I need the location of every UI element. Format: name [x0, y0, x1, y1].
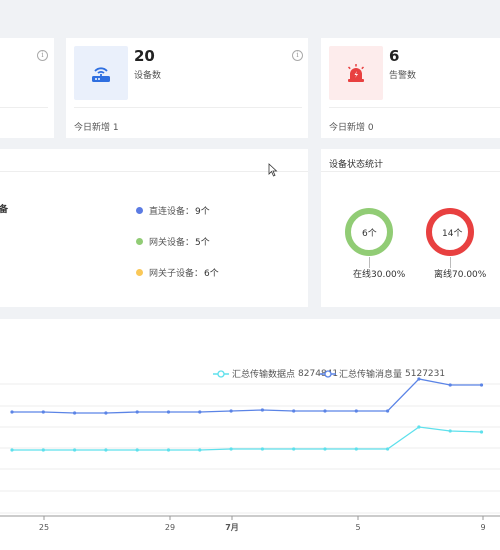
- data-point[interactable]: [41, 448, 45, 452]
- data-point[interactable]: [229, 409, 233, 413]
- data-point[interactable]: [260, 447, 264, 451]
- series-line: [12, 426, 482, 451]
- legend-count: 9个: [195, 207, 210, 217]
- panel-divider: [321, 171, 500, 172]
- data-point[interactable]: [354, 409, 358, 413]
- device-new-today: 今日新增 1: [74, 123, 119, 133]
- stat-card-partial: i: [0, 38, 54, 138]
- data-point[interactable]: [104, 411, 108, 415]
- panel-divider: [0, 171, 308, 172]
- device-type-panel: 备 直连设备： 9个 网关设备： 5个 网关子设备： 6个: [0, 149, 308, 307]
- data-point[interactable]: [104, 448, 108, 452]
- legend-count: 6个: [204, 269, 219, 279]
- line-chart[interactable]: 25 29 7月 5 9: [0, 319, 500, 550]
- cursor-icon: [268, 163, 278, 177]
- data-point[interactable]: [198, 448, 202, 452]
- data-point[interactable]: [354, 447, 358, 451]
- online-caption: 在线30.00%: [353, 270, 406, 280]
- data-point[interactable]: [10, 410, 14, 414]
- data-point[interactable]: [448, 383, 452, 387]
- data-point[interactable]: [479, 383, 484, 387]
- stat-divider: [329, 107, 500, 108]
- alarm-count-label: 告警数: [389, 71, 417, 81]
- legend-dot: [136, 207, 143, 214]
- router-icon: [92, 67, 110, 82]
- data-point[interactable]: [166, 410, 171, 414]
- online-count: 6个: [362, 229, 377, 239]
- data-point[interactable]: [386, 409, 390, 413]
- legend-dot: [136, 238, 143, 245]
- alarm-icon-box: [329, 46, 383, 100]
- legend-label: 直连设备：: [149, 207, 195, 217]
- data-point[interactable]: [135, 448, 139, 452]
- stat-card-devices: 20 设备数 i 今日新增 1: [66, 38, 308, 138]
- data-point[interactable]: [135, 410, 139, 414]
- info-icon[interactable]: i: [37, 50, 48, 61]
- data-point[interactable]: [229, 447, 233, 451]
- data-point[interactable]: [448, 429, 452, 433]
- data-point[interactable]: [198, 410, 202, 414]
- data-point[interactable]: [166, 448, 171, 452]
- data-point[interactable]: [292, 409, 296, 413]
- x-tick-label: 9: [480, 523, 485, 532]
- data-point[interactable]: [323, 447, 327, 451]
- router-icon-box: [74, 46, 128, 100]
- legend-label: 网关子设备：: [149, 269, 204, 279]
- info-icon[interactable]: i: [292, 50, 303, 61]
- stat-divider: [0, 107, 48, 108]
- legend-dot: [136, 269, 143, 276]
- alarm-icon: [347, 64, 365, 82]
- data-point[interactable]: [417, 377, 421, 381]
- stat-card-alarms: 6 告警数 今日新增 0: [321, 38, 500, 138]
- data-point[interactable]: [260, 408, 264, 412]
- legend-item-subdevice[interactable]: 网关子设备： 6个: [136, 266, 219, 279]
- data-point[interactable]: [479, 430, 484, 434]
- panel-title-fragment: 备: [0, 205, 9, 215]
- x-tick-label: 25: [39, 523, 49, 532]
- data-point[interactable]: [41, 410, 45, 414]
- stat-divider: [74, 107, 302, 108]
- data-point[interactable]: [323, 409, 327, 413]
- x-tick-label: 29: [165, 523, 175, 532]
- legend-label: 网关设备：: [149, 238, 195, 248]
- legend-count: 5个: [195, 238, 210, 248]
- data-point[interactable]: [73, 411, 77, 415]
- offline-count: 14个: [442, 229, 463, 239]
- x-tick-label: 5: [355, 523, 360, 532]
- legend-item-gateway[interactable]: 网关设备： 5个: [136, 235, 210, 248]
- x-tick-label: 7月: [225, 523, 239, 532]
- alarm-count-value: 6: [389, 47, 400, 65]
- legend-item-direct[interactable]: 直连设备： 9个: [136, 204, 210, 217]
- data-point[interactable]: [73, 448, 77, 452]
- data-point[interactable]: [386, 447, 390, 451]
- transmission-chart-panel: 汇总传输数据点 8274841 汇总传输消息量 5127231 25 29 7月 5 9: [0, 319, 500, 550]
- device-count-value: 20: [134, 47, 155, 65]
- data-point[interactable]: [417, 425, 421, 429]
- alarm-new-today: 今日新增 0: [329, 123, 374, 133]
- data-point[interactable]: [10, 448, 14, 452]
- data-point[interactable]: [292, 447, 296, 451]
- device-status-panel: 设备状态统计 6个 在线30.00% 14个 离线70.00%: [321, 149, 500, 307]
- offline-caption: 离线70.00%: [434, 270, 487, 280]
- panel-title: 设备状态统计: [329, 160, 384, 170]
- device-count-label: 设备数: [134, 71, 162, 81]
